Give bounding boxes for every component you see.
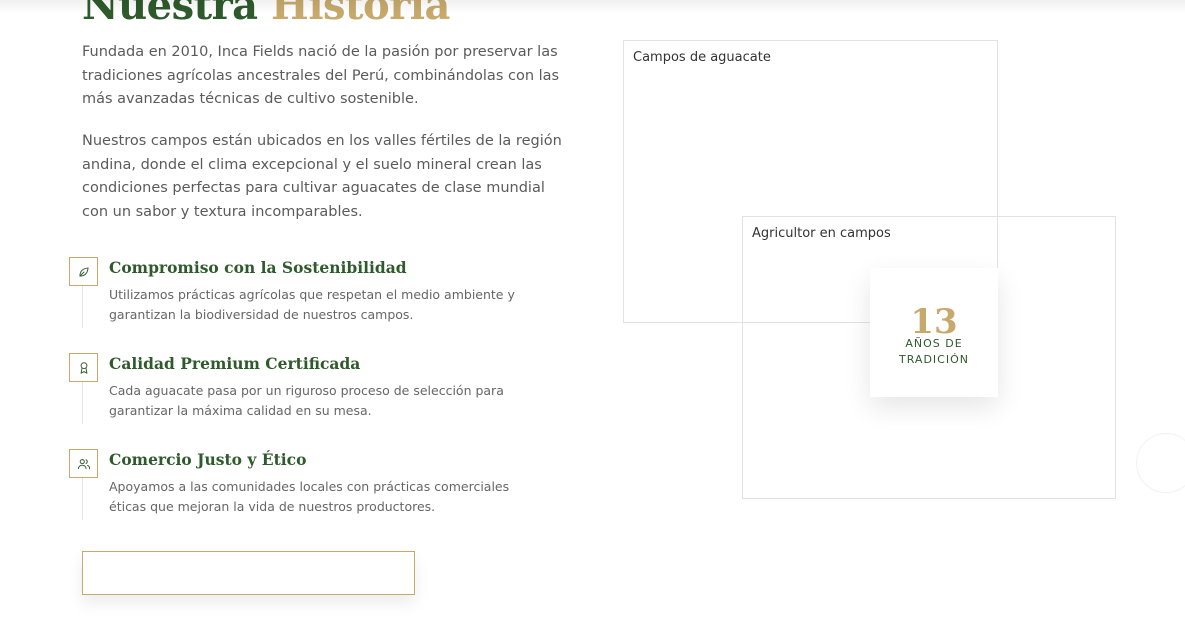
feature-title: Comercio Justo y Ético bbox=[109, 450, 307, 469]
years-badge: 13 AÑOS DE TRADICIÓN bbox=[870, 268, 998, 397]
leaf-icon bbox=[69, 257, 98, 286]
header-shadow bbox=[0, 0, 1185, 14]
feature-title: Calidad Premium Certificada bbox=[109, 354, 361, 373]
users-icon bbox=[69, 449, 98, 478]
feature-connector-line bbox=[82, 478, 83, 520]
years-label: AÑOS DE TRADICIÓN bbox=[870, 336, 998, 368]
cta-button[interactable] bbox=[82, 551, 415, 595]
feature-connector-line bbox=[82, 286, 83, 328]
image-alt-label: Campos de aguacate bbox=[633, 50, 771, 65]
feature-description: Apoyamos a las comunidades locales con p… bbox=[109, 479, 510, 514]
award-icon bbox=[69, 353, 98, 382]
years-label-line2: TRADICIÓN bbox=[899, 353, 969, 366]
years-label-line1: AÑOS DE bbox=[905, 337, 963, 350]
feature-title: Compromiso con la Sostenibilidad bbox=[109, 258, 407, 277]
image-alt-text: Campos de aguacate bbox=[633, 50, 771, 65]
intro-paragraph: Fundada en 2010, Inca Fields nació de la… bbox=[82, 44, 560, 107]
feature-connector-line bbox=[82, 382, 83, 424]
decorative-ring bbox=[1136, 433, 1185, 493]
feature-description: Utilizamos prácticas agrícolas que respe… bbox=[109, 287, 515, 322]
feature-description: Cada aguacate pasa por un riguroso proce… bbox=[109, 383, 504, 418]
location-paragraph: Nuestros campos están ubicados en los va… bbox=[82, 133, 562, 220]
image-alt-text: Agricultor en campos bbox=[752, 226, 891, 241]
image-alt-label: Agricultor en campos bbox=[752, 226, 891, 241]
